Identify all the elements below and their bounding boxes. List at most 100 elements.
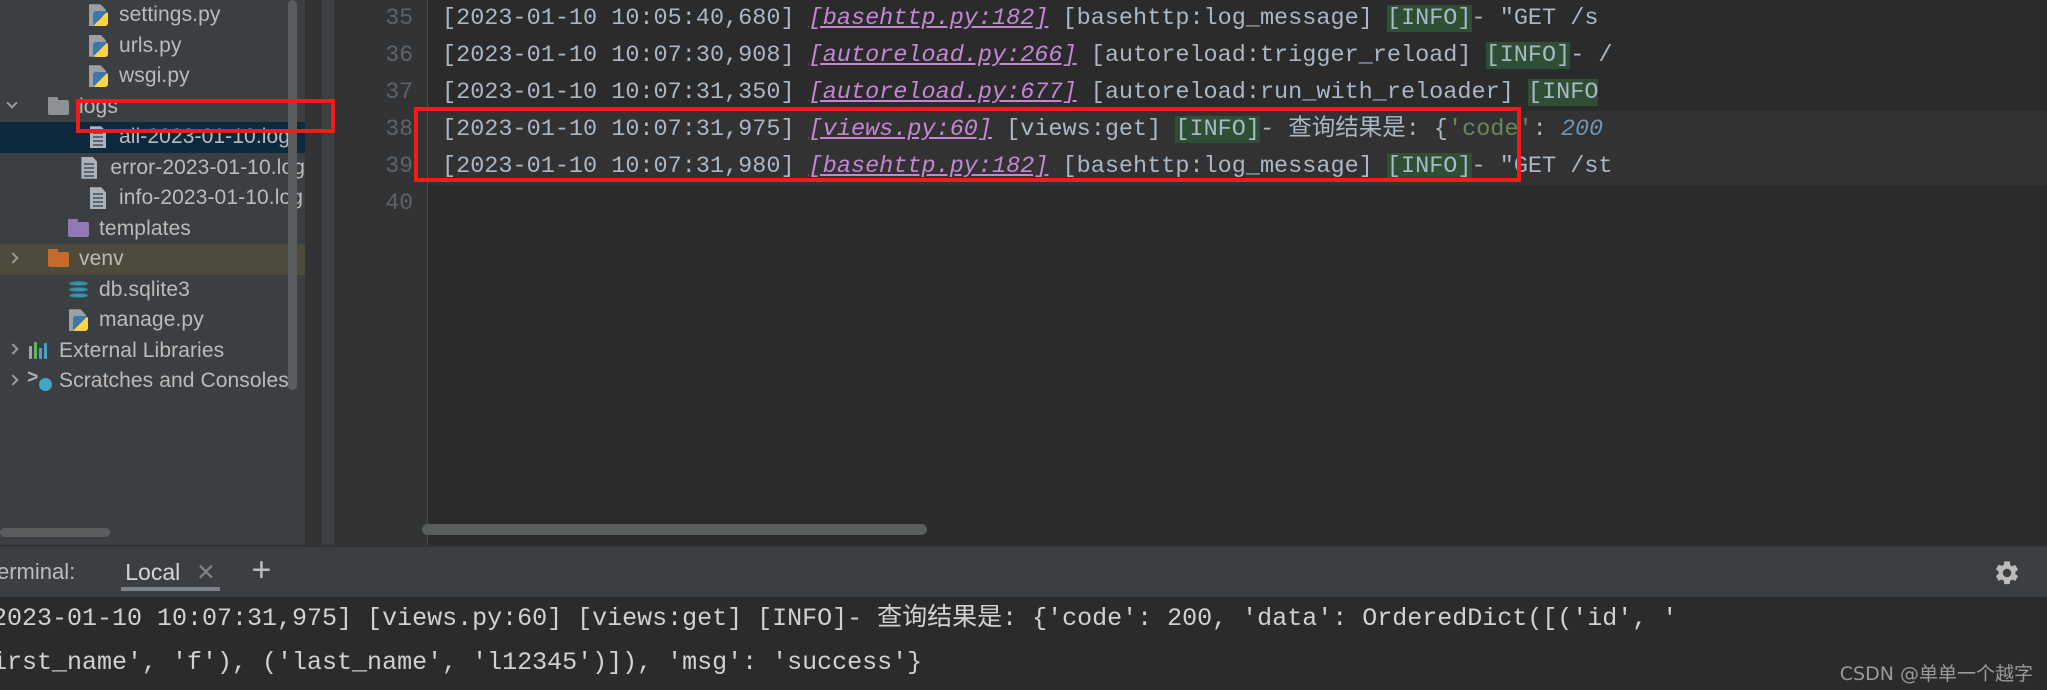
code-line[interactable]	[428, 185, 2047, 222]
tree-item-label: wsgi.py	[119, 64, 190, 88]
code-line[interactable]: [2023-01-10 10:07:31,980] [basehttp.py:1…	[428, 148, 2047, 185]
code-line[interactable]: [2023-01-10 10:05:40,680] [basehttp.py:1…	[428, 0, 2047, 37]
ide-window: settings.py urls.py wsgi.py logs all-2023-01…	[0, 0, 2047, 690]
terminal-output[interactable]: 2023-01-10 10:07:31,975] [views.py:60] […	[0, 597, 2047, 690]
log-file-icon	[86, 124, 112, 150]
code-token-plain: - "GET /st	[1471, 153, 1613, 180]
tree-item-external-libraries[interactable]: External Libraries	[0, 336, 305, 367]
code-token-number: 200	[1560, 116, 1604, 143]
tree-item-error-2023-01-10-log[interactable]: error-2023-01-10.log	[0, 153, 305, 184]
external-libraries-icon	[26, 338, 52, 364]
folder-icon	[46, 94, 72, 120]
log-file-icon	[77, 155, 103, 181]
code-token-plain: - "GET /s	[1471, 5, 1599, 32]
project-tree-panel[interactable]: settings.py urls.py wsgi.py logs all-2023-01…	[0, 0, 305, 545]
code-token-info: [INFO]	[1175, 116, 1260, 143]
tree-item-all-2023-01-10-log[interactable]: all-2023-01-10.log	[0, 122, 305, 153]
code-token-plain: - /	[1570, 42, 1613, 69]
code-token-plain: [basehttp:log_message]	[1048, 153, 1387, 180]
tree-item-settings-py[interactable]: settings.py	[0, 0, 305, 31]
terminal-tab-underline	[121, 587, 220, 591]
tree-item-label: venv	[79, 247, 124, 271]
terminal-output-line: irst_name', 'f'), ('last_name', 'l12345'…	[0, 648, 923, 677]
close-icon[interactable]: ✕	[196, 560, 215, 584]
code-token-plain: :	[1532, 116, 1561, 143]
tree-item-info-2023-01-10-log[interactable]: info-2023-01-10.log	[0, 183, 305, 214]
editor-marker-strip[interactable]	[322, 0, 334, 545]
tree-item-templates[interactable]: templates	[0, 214, 305, 245]
terminal-header: Terminal: Local ✕ +	[0, 547, 2047, 597]
tree-item-label: Scratches and Consoles	[59, 369, 289, 393]
code-token-file: [autoreload.py:266]	[808, 42, 1077, 69]
tree-item-label: manage.py	[99, 308, 204, 332]
code-token-plain: [autoreload:run_with_reloader]	[1076, 79, 1528, 106]
code-token-plain: [2023-01-10 10:07:31,350]	[442, 79, 809, 106]
code-token-file: [autoreload.py:677]	[808, 79, 1077, 106]
terminal-label: Terminal:	[0, 559, 76, 584]
editor-panel[interactable]: 35 36 37 38 39 40 [2023-01-10 10:05:40,680] […	[307, 0, 2047, 545]
terminal-tab-local[interactable]: Local ✕	[115, 547, 225, 597]
code-token-string: 'code'	[1448, 116, 1533, 143]
python-file-icon	[86, 33, 112, 59]
tree-item-wsgi-py[interactable]: wsgi.py	[0, 61, 305, 92]
line-number: 38	[385, 116, 413, 142]
chevron-right-icon[interactable]	[6, 373, 23, 390]
tree-item-scratches-and-consoles[interactable]: Scratches and Consoles	[0, 366, 305, 397]
code-token-plain: - 查询结果是: {	[1259, 116, 1448, 143]
line-number: 36	[385, 42, 413, 68]
code-token-plain: [basehttp:log_message]	[1048, 5, 1387, 32]
code-token-file: [basehttp.py:182]	[808, 5, 1049, 32]
tree-item-label: error-2023-01-10.log	[110, 155, 305, 179]
code-token-plain: [2023-01-10 10:07:30,908]	[442, 42, 809, 69]
scratches-icon	[26, 367, 52, 394]
tree-item-logs[interactable]: logs	[0, 92, 305, 123]
tree-item-urls-py[interactable]: urls.py	[0, 31, 305, 62]
python-file-icon	[86, 2, 112, 28]
line-number: 35	[385, 5, 413, 31]
tree-item-label: settings.py	[119, 3, 221, 27]
watermark-text: CSDN @单单一个越字	[1839, 663, 2033, 685]
python-file-icon	[66, 307, 92, 333]
code-token-info: [INFO	[1527, 79, 1599, 106]
code-token-info: [INFO]	[1386, 153, 1472, 180]
sidebar-vertical-scrollbar[interactable]	[288, 0, 297, 390]
tree-item-label: info-2023-01-10.log	[119, 186, 304, 210]
line-number: 39	[385, 153, 413, 179]
code-line[interactable]: [2023-01-10 10:07:31,975] [views.py:60] …	[428, 111, 2047, 148]
tree-item-label: urls.py	[119, 33, 182, 57]
tree-item-label: templates	[99, 216, 191, 240]
plus-icon[interactable]: +	[252, 553, 272, 592]
folder-icon	[46, 246, 72, 272]
tree-item-db-sqlite3[interactable]: db.sqlite3	[0, 275, 305, 306]
code-token-info: [INFO]	[1485, 42, 1571, 69]
sidebar-horizontal-scrollbar[interactable]	[0, 528, 110, 537]
code-token-plain: [views:get]	[992, 116, 1176, 143]
code-token-plain: [2023-01-10 10:07:31,980]	[442, 153, 809, 180]
project-tree[interactable]: settings.py urls.py wsgi.py logs all-2023-01…	[0, 0, 305, 397]
editor-left-strip	[307, 0, 322, 545]
chevron-down-icon[interactable]	[6, 97, 23, 115]
database-icon	[66, 277, 92, 303]
code-token-plain: [2023-01-10 10:07:31,975]	[442, 116, 809, 143]
tree-item-venv[interactable]: venv	[0, 244, 305, 275]
gear-icon[interactable]	[1993, 559, 2021, 587]
tree-item-label: External Libraries	[59, 338, 225, 362]
code-token-plain: [autoreload:trigger_reload]	[1076, 42, 1486, 69]
chevron-right-icon[interactable]	[6, 251, 23, 268]
folder-icon	[66, 216, 92, 242]
python-file-icon	[86, 63, 112, 89]
code-token-info: [INFO]	[1386, 5, 1472, 32]
line-number: 40	[385, 190, 413, 216]
editor-code-area[interactable]: [2023-01-10 10:05:40,680] [basehttp.py:1…	[428, 0, 2047, 545]
tree-item-label: all-2023-01-10.log	[119, 125, 291, 149]
code-token-file: [basehttp.py:182]	[808, 153, 1049, 180]
code-line[interactable]: [2023-01-10 10:07:30,908] [autoreload.py…	[428, 37, 2047, 74]
code-token-file: [views.py:60]	[808, 116, 993, 143]
editor-line-number-gutter: 35 36 37 38 39 40	[334, 0, 427, 545]
tree-item-manage-py[interactable]: manage.py	[0, 305, 305, 336]
terminal-output-line: 2023-01-10 10:07:31,975] [views.py:60] […	[0, 604, 1678, 633]
code-line[interactable]: [2023-01-10 10:07:31,350] [autoreload.py…	[428, 74, 2047, 111]
editor-horizontal-scrollbar[interactable]	[422, 524, 927, 535]
chevron-right-icon[interactable]	[6, 342, 23, 359]
log-file-icon	[86, 185, 112, 211]
